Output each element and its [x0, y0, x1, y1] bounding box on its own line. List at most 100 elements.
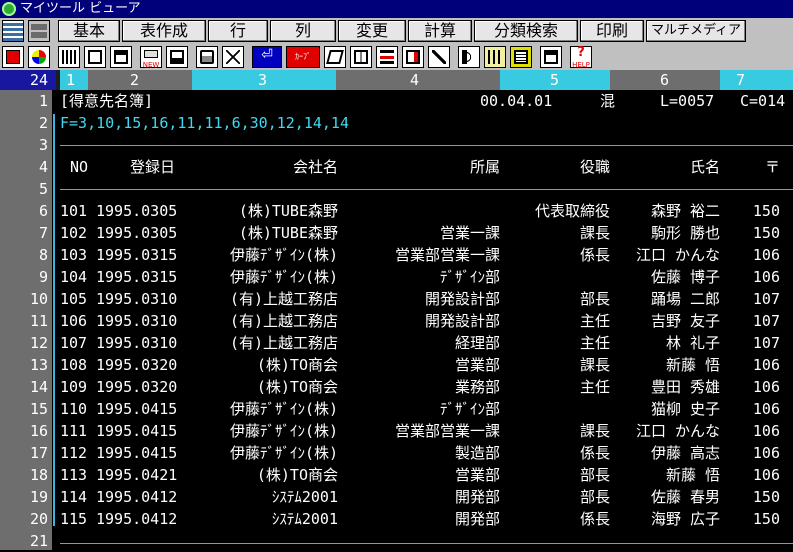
cell-name[interactable]: 豊田 秀雄 [616, 376, 720, 398]
row-number[interactable]: 9 [0, 266, 48, 288]
cell-dept[interactable]: 開発部 [346, 486, 500, 508]
monitor-icon[interactable] [540, 46, 562, 68]
cell-name[interactable]: 新藤 悟 [616, 464, 720, 486]
menu-table-create[interactable]: 表作成 [122, 20, 206, 42]
cell-postal[interactable]: 106 [736, 420, 780, 442]
row-number[interactable]: 18 [0, 464, 48, 486]
printer-icon[interactable] [196, 46, 218, 68]
cell-name[interactable]: 佐藤 春男 [616, 486, 720, 508]
cell-dept[interactable]: 営業部 [346, 464, 500, 486]
cell-name[interactable]: 江口 かんな [616, 420, 720, 442]
menu-print[interactable]: 印刷 [580, 20, 644, 42]
cell-company[interactable]: (有)上越工務店 [196, 288, 338, 310]
cell-postal[interactable]: 150 [736, 486, 780, 508]
cell-dept[interactable]: ﾃﾞｻﾞｲﾝ部 [346, 266, 500, 288]
cell-dept[interactable]: 開発設計部 [346, 288, 500, 310]
cell-dept[interactable] [346, 200, 500, 222]
cell-dept[interactable]: 経理部 [346, 332, 500, 354]
cell-company[interactable]: 伊藤ﾃﾞｻﾞｲﾝ(株) [196, 442, 338, 464]
column-header-6[interactable]: 6 [610, 70, 720, 90]
cell-no[interactable]: 102 [60, 222, 92, 244]
cell-dept[interactable]: 開発設計部 [346, 310, 500, 332]
cell-company[interactable]: 伊藤ﾃﾞｻﾞｲﾝ(株) [196, 244, 338, 266]
row-number[interactable]: 16 [0, 420, 48, 442]
cell-no[interactable]: 113 [60, 464, 92, 486]
cell-postal[interactable]: 106 [736, 442, 780, 464]
menu-multimedia[interactable]: マルチメディア [646, 20, 746, 42]
menu-sort-search[interactable]: 分類検索 [474, 20, 578, 42]
cell-dept[interactable]: 営業部営業一課 [346, 244, 500, 266]
row-number[interactable]: 10 [0, 288, 48, 310]
save-icon[interactable] [166, 46, 188, 68]
cell-company[interactable]: ｼｽﾃﾑ2001 [196, 508, 338, 530]
cell-title[interactable]: 係長 [506, 244, 610, 266]
cell-title[interactable]: 部長 [506, 464, 610, 486]
cell-postal[interactable]: 107 [736, 310, 780, 332]
cell-no[interactable]: 107 [60, 332, 92, 354]
cell-no[interactable]: 112 [60, 442, 92, 464]
book-icon[interactable] [324, 46, 346, 68]
menu-basic[interactable]: 基本 [58, 20, 120, 42]
calendar-icon[interactable] [484, 46, 506, 68]
cell-date[interactable]: 1995.0421 [96, 464, 196, 486]
cell-company[interactable]: ｼｽﾃﾑ2001 [196, 486, 338, 508]
sheet-grid-icon[interactable] [2, 20, 24, 42]
insert-row-icon[interactable] [376, 46, 398, 68]
cell-no[interactable]: 103 [60, 244, 92, 266]
cell-name[interactable]: 駒形 勝也 [616, 222, 720, 244]
cell-dept[interactable]: 営業部営業一課 [346, 420, 500, 442]
cell-no[interactable]: 110 [60, 398, 92, 420]
cell-company[interactable]: 伊藤ﾃﾞｻﾞｲﾝ(株) [196, 420, 338, 442]
cell-date[interactable]: 1995.0305 [96, 200, 196, 222]
cell-postal[interactable]: 106 [736, 266, 780, 288]
row-number[interactable]: 5 [0, 178, 48, 200]
cell-name[interactable]: 佐藤 博子 [616, 266, 720, 288]
cell-name[interactable]: 海野 広子 [616, 508, 720, 530]
cell-company[interactable]: 伊藤ﾃﾞｻﾞｲﾝ(株) [196, 266, 338, 288]
menu-column[interactable]: 列 [270, 20, 336, 42]
column-header-4[interactable]: 4 [336, 70, 500, 90]
scissors-icon[interactable] [222, 46, 244, 68]
cell-date[interactable]: 1995.0310 [96, 332, 196, 354]
menu-row[interactable]: 行 [208, 20, 268, 42]
cell-no[interactable]: 114 [60, 486, 92, 508]
keyboard-icon[interactable] [58, 46, 80, 68]
cell-no[interactable]: 109 [60, 376, 92, 398]
cell-title[interactable]: 主任 [506, 376, 610, 398]
cell-dept[interactable]: 営業部 [346, 354, 500, 376]
cell-no[interactable]: 104 [60, 266, 92, 288]
cell-date[interactable]: 1995.0320 [96, 376, 196, 398]
row-number[interactable]: 7 [0, 222, 48, 244]
color-palette-icon[interactable] [28, 46, 50, 68]
cell-dept[interactable]: 開発部 [346, 508, 500, 530]
cell-name[interactable]: 踊場 二郎 [616, 288, 720, 310]
cell-date[interactable]: 1995.0415 [96, 442, 196, 464]
window-bars-icon[interactable] [28, 20, 50, 42]
cell-name[interactable]: 吉野 友子 [616, 310, 720, 332]
cell-company[interactable]: (株)TO商会 [196, 464, 338, 486]
cell-company[interactable]: (株)TUBE森野 [196, 222, 338, 244]
cell-dept[interactable]: 業務部 [346, 376, 500, 398]
cell-company[interactable]: 伊藤ﾃﾞｻﾞｲﾝ(株) [196, 398, 338, 420]
cell-company[interactable]: (株)TO商会 [196, 376, 338, 398]
help-icon[interactable]: ? HELP [570, 46, 592, 69]
column-header-5[interactable]: 5 [500, 70, 610, 90]
cell-company[interactable]: (有)上越工務店 [196, 310, 338, 332]
row-number[interactable]: 1 [0, 90, 48, 112]
cell-date[interactable]: 1995.0412 [96, 508, 196, 530]
cell-date[interactable]: 1995.0310 [96, 288, 196, 310]
row-number[interactable]: 6 [0, 200, 48, 222]
cell-title[interactable]: 係長 [506, 508, 610, 530]
cell-title[interactable]: 主任 [506, 332, 610, 354]
table-icon[interactable] [350, 46, 372, 68]
row-number[interactable]: 13 [0, 354, 48, 376]
cell-title[interactable] [506, 266, 610, 288]
cell-date[interactable]: 1995.0315 [96, 266, 196, 288]
cell-date[interactable]: 1995.0320 [96, 354, 196, 376]
document-icon[interactable] [510, 46, 532, 68]
cell-title[interactable]: 部長 [506, 288, 610, 310]
column-header-2[interactable]: 2 [88, 70, 192, 90]
row-number[interactable]: 19 [0, 486, 48, 508]
row-number[interactable]: 3 [0, 134, 48, 156]
row-number[interactable]: 14 [0, 376, 48, 398]
